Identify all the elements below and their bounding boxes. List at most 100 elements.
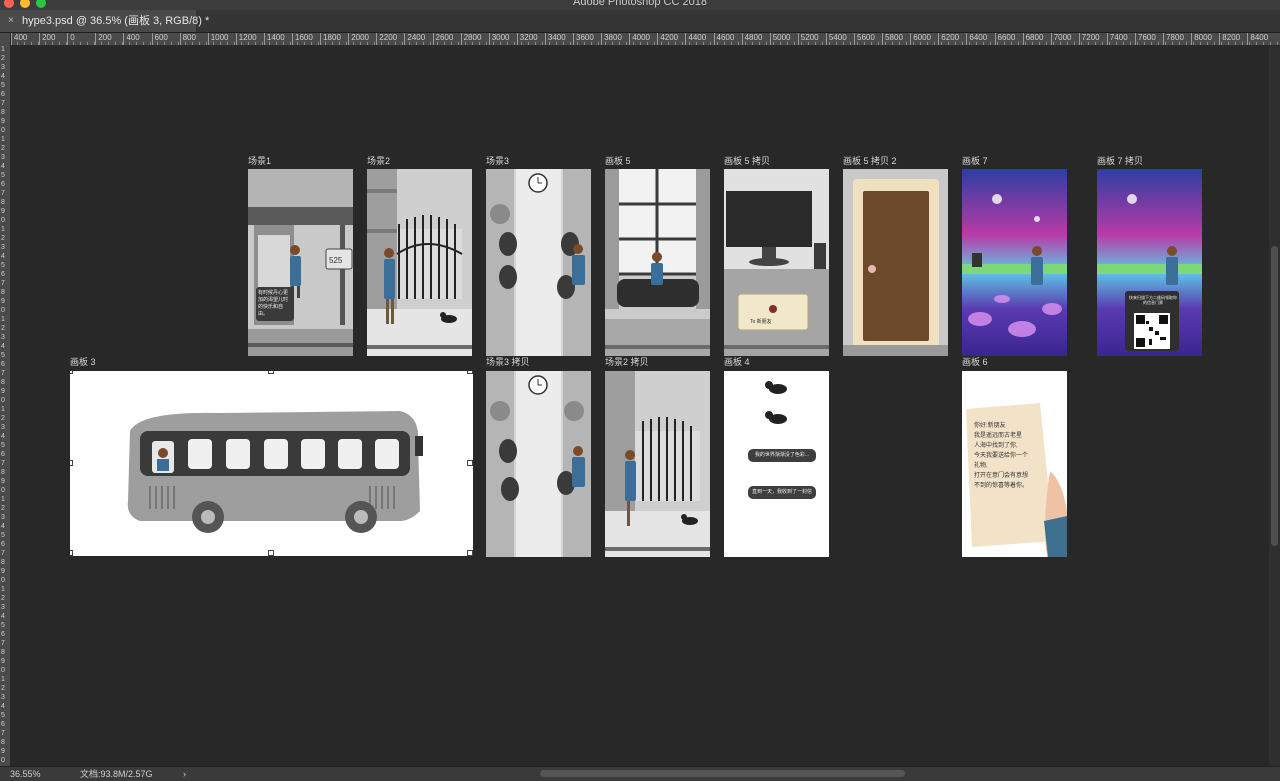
document-tab[interactable]: × hype3.psd @ 36.5% (画板 3, RGB/8) * xyxy=(0,10,209,32)
artboard-label-scene2copy[interactable]: 场景2 拷贝 xyxy=(605,355,649,368)
transform-handle-mr[interactable] xyxy=(467,460,473,466)
transform-handle-tl[interactable] xyxy=(70,371,73,374)
ruler-tick: 7800 xyxy=(1163,33,1184,45)
artboard-board3[interactable] xyxy=(70,371,473,556)
scene1-caption: 有时候丹心更加的渴望儿时的快乐和自由。 xyxy=(258,290,289,317)
ruler-tick: 2000 xyxy=(348,33,369,45)
horizontal-scroll-thumb[interactable] xyxy=(540,770,905,777)
artboard-label-scene2[interactable]: 场景2 xyxy=(367,154,390,167)
ruler-tick: 5800 xyxy=(882,33,903,45)
artboard-label-board7[interactable]: 画板 7 xyxy=(962,154,988,167)
artboard-board5[interactable] xyxy=(605,169,710,356)
artboard-board6[interactable]: 你好:新朋友 我是遥远而古老星 人海中找到了你, 今天我要送给你一个 礼物, 打… xyxy=(962,371,1067,557)
vertical-ruler[interactable]: 0123456789012345678901234567890123456789… xyxy=(0,33,11,766)
transform-handle-tc[interactable] xyxy=(268,371,274,374)
artboard-label-scene3[interactable]: 场景3 xyxy=(486,154,509,167)
ruler-tick: 4000 xyxy=(629,33,650,45)
letter-card-text: To 新朋友 xyxy=(750,318,772,325)
ruler-tick: 7400 xyxy=(1106,33,1128,45)
ruler-tick: 7200 xyxy=(1078,33,1100,45)
transform-handle-br[interactable] xyxy=(467,550,473,556)
ruler-tick: 800 xyxy=(179,33,196,45)
ruler-tick: 400 xyxy=(10,33,28,45)
ruler-tick: 1400 xyxy=(263,33,285,45)
scene3-illustration xyxy=(486,169,591,356)
artboard-label-board5copy[interactable]: 画板 5 拷贝 xyxy=(724,154,770,167)
artboard-label-board7copy[interactable]: 画板 7 拷贝 xyxy=(1097,154,1143,167)
artboard-label-board4[interactable]: 画板 4 xyxy=(724,355,750,368)
transform-handle-bl[interactable] xyxy=(70,550,73,556)
ruler-tick: 1000 xyxy=(207,33,229,45)
ruler-tick: 0 xyxy=(66,33,75,45)
ruler-tick: 6800 xyxy=(1022,33,1044,45)
ruler-tick: 600 xyxy=(151,33,168,45)
ruler-tick: 400 xyxy=(123,33,140,45)
scene3copy-illustration xyxy=(486,371,591,557)
ruler-tick: 3400 xyxy=(544,33,566,45)
ruler-tick: 5600 xyxy=(854,33,875,45)
ruler-tick: 3000 xyxy=(488,33,510,45)
ruler-tick: 1800 xyxy=(320,33,341,45)
transform-handle-bc[interactable] xyxy=(268,550,274,556)
vertical-scroll-thumb[interactable] xyxy=(1271,246,1278,546)
ruler-tick: 4600 xyxy=(713,33,735,45)
story-bubble-2: 直到一天，我收到了一封信 xyxy=(748,486,816,499)
door-illustration xyxy=(843,169,948,356)
zoom-level[interactable]: 36.55% xyxy=(10,767,41,781)
status-menu-arrow-icon[interactable]: › xyxy=(183,767,186,781)
artboard-scene3copy[interactable] xyxy=(486,371,591,557)
artboard-label-board5[interactable]: 画板 5 xyxy=(605,154,631,167)
window-titlebar: Adobe Photoshop CC 2018 xyxy=(0,0,1280,10)
ruler-tick: 1600 xyxy=(292,33,313,45)
transform-handle-ml[interactable] xyxy=(70,460,73,466)
transform-handle-tr[interactable] xyxy=(467,371,473,374)
ruler-tick: 2600 xyxy=(432,33,454,45)
artboard-board5copy[interactable]: To 新朋友 xyxy=(724,169,829,356)
board5copy-illustration: To 新朋友 xyxy=(724,169,829,356)
cats-illustration xyxy=(765,381,787,424)
artboard-scene3[interactable] xyxy=(486,169,591,356)
story-bubble-1: 我的世界渐渐没了色彩... xyxy=(748,449,816,462)
ruler-tick: 8000 xyxy=(1191,33,1212,45)
status-bar: 36.55% 文档:93.8M/2.57G › xyxy=(0,766,1280,781)
ruler-tick: 200 xyxy=(95,33,112,45)
ruler-tick: 2400 xyxy=(404,33,426,45)
scene2-illustration xyxy=(367,169,472,356)
ruler-tick: 6400 xyxy=(966,33,988,45)
artboard-board4[interactable]: 我的世界渐渐没了色彩... 直到一天，我收到了一封信 xyxy=(724,371,829,557)
document-tabbar: × hype3.psd @ 36.5% (画板 3, RGB/8) * xyxy=(0,10,1280,33)
ruler-corner[interactable] xyxy=(0,33,10,45)
ruler-tick: 4800 xyxy=(741,33,763,45)
letter-text: 你好:新朋友 我是遥远而古老星 人海中找到了你, 今天我要送给你一个 礼物, 打… xyxy=(974,423,1029,489)
document-canvas[interactable]: 场景1 525 有时候丹心更加的渴望儿时的快乐和自由。 场景2 场景3 画板 5… xyxy=(11,46,1269,766)
artboard-label-board6[interactable]: 画板 6 xyxy=(962,355,988,368)
ruler-tick: 5000 xyxy=(769,33,791,45)
horizontal-ruler[interactable]: 400 200 0 200 400 600 800 1000 1200 1400 1600 1800 2… xyxy=(10,33,1280,46)
bus-illustration xyxy=(127,411,423,533)
ruler-tick: 8200 xyxy=(1219,33,1241,45)
tab-label: hype3.psd @ 36.5% (画板 3, RGB/8) * xyxy=(22,15,210,27)
artboard-label-scene1[interactable]: 场景1 xyxy=(248,154,271,167)
artboard-board7copy[interactable]: 快来扫描下方二维码领取你的信息门票 xyxy=(1097,169,1202,356)
artboard-scene1[interactable]: 525 有时候丹心更加的渴望儿时的快乐和自由。 xyxy=(248,169,353,356)
board5-illustration xyxy=(605,169,710,356)
artboard-scene2[interactable] xyxy=(367,169,472,356)
vertical-scrollbar[interactable] xyxy=(1269,46,1280,766)
ruler-tick: 2800 xyxy=(460,33,482,45)
tab-close-icon[interactable]: × xyxy=(8,10,14,32)
window-title: Adobe Photoshop CC 2018 xyxy=(573,0,707,8)
artboard-label-board3[interactable]: 画板 3 xyxy=(70,355,96,368)
ruler-tick: 2200 xyxy=(376,33,398,45)
board7-illustration xyxy=(962,169,1067,356)
artboard-scene2copy[interactable] xyxy=(605,371,710,557)
bus-stop-sign: 525 xyxy=(329,256,343,265)
ruler-tick: 5400 xyxy=(825,33,847,45)
artboard-board7[interactable] xyxy=(962,169,1067,356)
ruler-tick: 6000 xyxy=(910,33,931,45)
artboard-label-scene3copy[interactable]: 场景3 拷贝 xyxy=(486,355,530,368)
board7copy-illustration xyxy=(1097,169,1202,356)
artboard-board5copy2[interactable] xyxy=(843,169,948,356)
ruler-tick: 4200 xyxy=(657,33,679,45)
artboard-label-board5copy2[interactable]: 画板 5 拷贝 2 xyxy=(843,154,897,167)
ruler-tick: 1200 xyxy=(235,33,257,45)
